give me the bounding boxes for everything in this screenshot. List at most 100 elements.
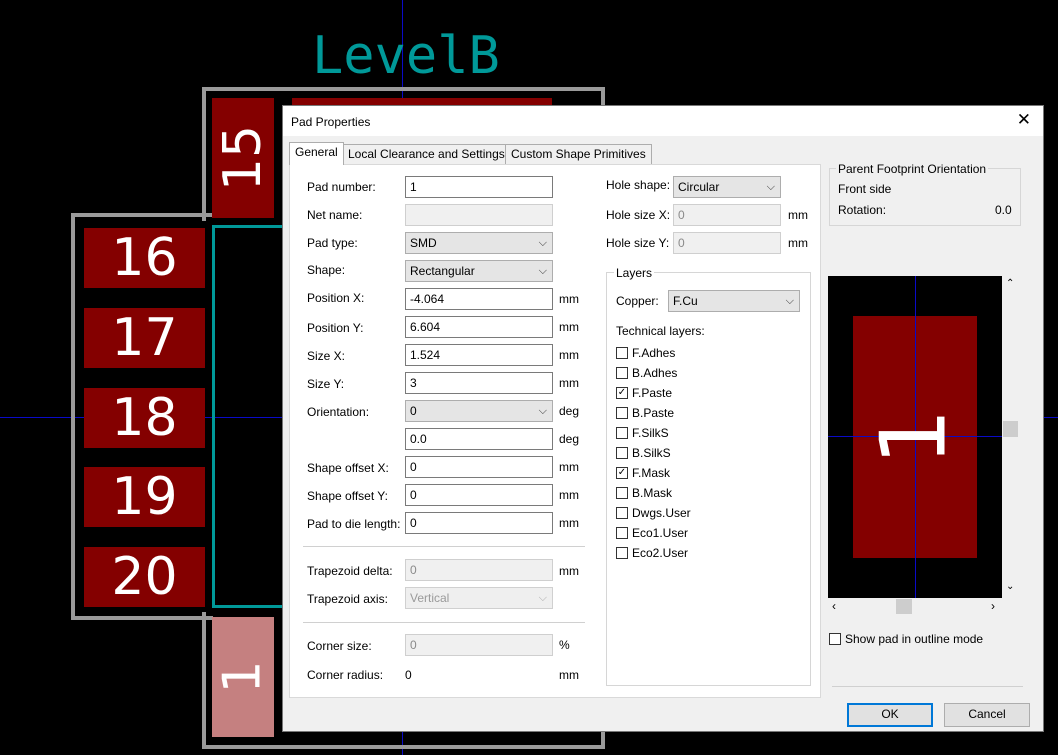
copper-label: Copper:: [616, 294, 659, 308]
shape-offset-x-label: Shape offset X:: [307, 461, 389, 475]
layer-item-b-mask[interactable]: B.Mask: [616, 484, 672, 502]
chevron-down-icon: ⌵: [766, 181, 775, 193]
tab-custom-shape-primitives[interactable]: Custom Shape Primitives: [505, 144, 652, 164]
layer-checkbox[interactable]: [616, 507, 628, 519]
layer-checkbox[interactable]: [616, 347, 628, 359]
position-x-input[interactable]: -4.064: [405, 288, 553, 310]
orientation-value: 0: [410, 404, 417, 418]
position-y-input[interactable]: 6.604: [405, 316, 553, 338]
scroll-down-icon[interactable]: ⌄: [1006, 581, 1014, 592]
chevron-down-icon: ⌵: [538, 237, 547, 249]
outline-mode-checkbox[interactable]: [829, 633, 841, 645]
tab-general[interactable]: General: [289, 142, 344, 165]
layer-label: B.Paste: [632, 406, 675, 420]
scroll-thumb-horizontal[interactable]: [896, 599, 912, 614]
pad-to-die-unit: mm: [559, 516, 579, 530]
shape-select[interactable]: Rectangular ⌵: [405, 260, 553, 282]
layer-item-f-silks[interactable]: F.SilkS: [616, 424, 669, 442]
layer-checkbox[interactable]: ✓: [616, 387, 628, 399]
layer-item-f-paste[interactable]: ✓ F.Paste: [616, 384, 672, 402]
position-y-unit: mm: [559, 320, 579, 334]
shape-offset-y-input[interactable]: 0: [405, 484, 553, 506]
pad-type-value: SMD: [410, 236, 437, 250]
hole-size-y-label: Hole size Y:: [606, 236, 670, 250]
shape-offset-y-unit: mm: [559, 488, 579, 502]
layer-label: F.Paste: [632, 386, 673, 400]
preview-pad-number: 1: [861, 408, 967, 466]
size-y-input[interactable]: 3: [405, 372, 553, 394]
shape-offset-x-input[interactable]: 0: [405, 456, 553, 478]
orientation-label: Orientation:: [307, 405, 370, 419]
divider: [303, 546, 585, 547]
pcb-pad-1-selected[interactable]: 1: [212, 617, 274, 737]
dialog-title: Pad Properties: [291, 115, 371, 129]
corner-radius-unit: mm: [559, 668, 579, 682]
shape-offset-x-unit: mm: [559, 460, 579, 474]
courtyard-outline: [212, 225, 292, 608]
pad-number-input[interactable]: 1: [405, 176, 553, 198]
preview-horizontal-scrollbar[interactable]: ‹ ›: [828, 598, 1002, 615]
dialog-titlebar: Pad Properties ✕: [283, 106, 1043, 136]
pad-type-select[interactable]: SMD ⌵: [405, 232, 553, 254]
scroll-up-icon[interactable]: ⌃: [1006, 278, 1014, 289]
preview-vertical-scrollbar[interactable]: ⌃ ⌄: [1002, 276, 1019, 598]
tab-local-clearance[interactable]: Local Clearance and Settings: [342, 144, 511, 164]
layer-checkbox[interactable]: [616, 367, 628, 379]
scroll-right-icon[interactable]: ›: [991, 599, 995, 613]
trapezoid-axis-select: Vertical ⌵: [405, 587, 553, 609]
layer-item-dwgs-user[interactable]: Dwgs.User: [616, 504, 691, 522]
size-y-unit: mm: [559, 376, 579, 390]
layer-checkbox[interactable]: [616, 407, 628, 419]
pcb-pad-19[interactable]: 19: [84, 467, 205, 527]
hole-shape-label: Hole shape:: [606, 178, 671, 192]
cancel-button[interactable]: Cancel: [944, 703, 1030, 727]
orientation-custom-input[interactable]: 0.0: [405, 428, 553, 450]
layer-checkbox[interactable]: ✓: [616, 467, 628, 479]
layer-checkbox[interactable]: [616, 487, 628, 499]
layer-item-f-mask[interactable]: ✓ F.Mask: [616, 464, 670, 482]
trapezoid-delta-input: 0: [405, 559, 553, 581]
trapezoid-axis-label: Trapezoid axis:: [307, 592, 388, 606]
pad-to-die-input[interactable]: 0: [405, 512, 553, 534]
layer-item-eco1-user[interactable]: Eco1.User: [616, 524, 688, 542]
hole-size-x-input: 0: [673, 204, 781, 226]
size-y-label: Size Y:: [307, 377, 345, 391]
hole-shape-value: Circular: [678, 180, 720, 194]
orientation-select[interactable]: 0 ⌵: [405, 400, 553, 422]
ok-button[interactable]: OK: [847, 703, 933, 727]
layer-item-b-paste[interactable]: B.Paste: [616, 404, 674, 422]
pad-type-label: Pad type:: [307, 236, 358, 250]
layer-checkbox[interactable]: [616, 427, 628, 439]
layer-label: B.Mask: [632, 486, 673, 500]
pcb-pad-16[interactable]: 16: [84, 228, 205, 288]
layer-item-f-adhes[interactable]: F.Adhes: [616, 344, 675, 362]
copper-select[interactable]: F.Cu ⌵: [668, 290, 800, 312]
parent-orientation-group: [829, 168, 1021, 226]
pcb-pad-15[interactable]: 15: [212, 98, 274, 218]
size-x-unit: mm: [559, 348, 579, 362]
scroll-thumb-vertical[interactable]: [1003, 421, 1018, 437]
net-name-input: [405, 204, 553, 226]
layer-label: F.Adhes: [632, 346, 676, 360]
hole-size-x-unit: mm: [788, 208, 808, 222]
chevron-down-icon: ⌵: [538, 405, 547, 417]
layer-label: B.SilkS: [632, 446, 671, 460]
layer-item-b-silks[interactable]: B.SilkS: [616, 444, 671, 462]
close-icon[interactable]: ✕: [1017, 110, 1031, 130]
pcb-pad-18[interactable]: 18: [84, 388, 205, 448]
layer-item-eco2-user[interactable]: Eco2.User: [616, 544, 688, 562]
layer-checkbox[interactable]: [616, 547, 628, 559]
pcb-pad-17[interactable]: 17: [84, 308, 205, 368]
rotation-label: Rotation:: [838, 203, 887, 217]
layer-checkbox[interactable]: [616, 527, 628, 539]
outline-mode-label: Show pad in outline mode: [845, 632, 984, 646]
pcb-pad-20[interactable]: 20: [84, 547, 205, 607]
copper-value: F.Cu: [673, 294, 698, 308]
scroll-left-icon[interactable]: ‹: [832, 599, 836, 613]
position-y-label: Position Y:: [307, 321, 364, 335]
layer-item-b-adhes[interactable]: B.Adhes: [616, 364, 677, 382]
layer-checkbox[interactable]: [616, 447, 628, 459]
hole-size-y-unit: mm: [788, 236, 808, 250]
size-x-input[interactable]: 1.524: [405, 344, 553, 366]
hole-shape-select[interactable]: Circular ⌵: [673, 176, 781, 198]
